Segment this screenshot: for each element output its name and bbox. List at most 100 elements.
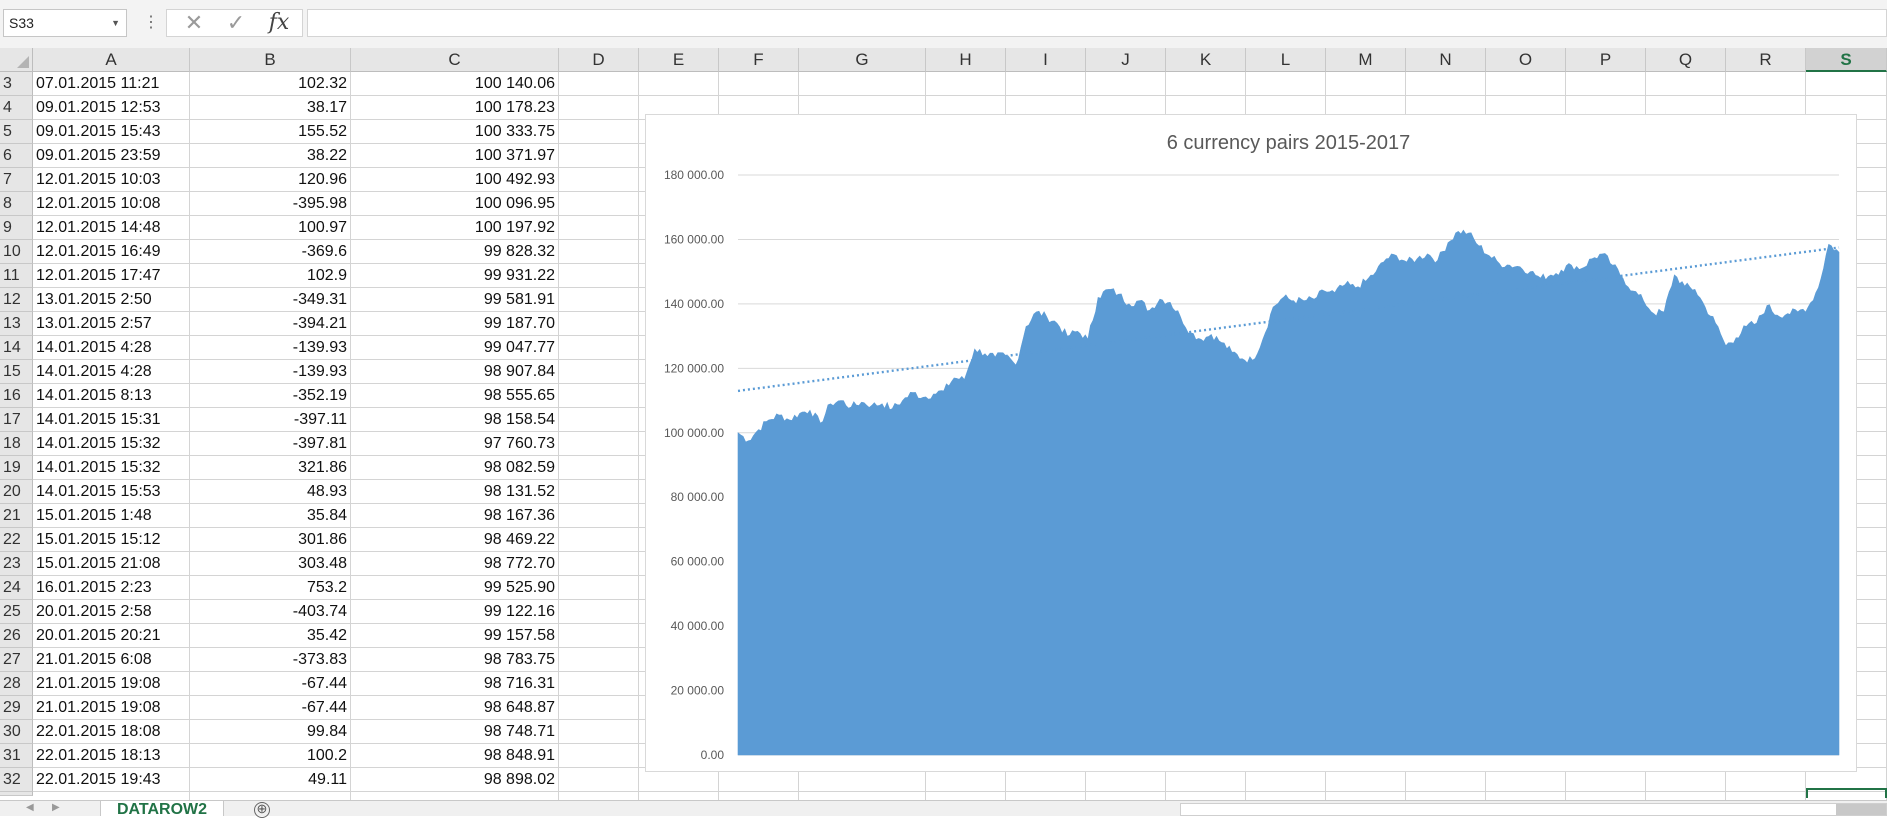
row-header[interactable]: 31 <box>0 744 33 768</box>
cell-a[interactable]: 22.01.2015 18:13 <box>34 744 190 768</box>
column-header-n[interactable]: N <box>1406 48 1486 72</box>
cell-b[interactable]: 38.17 <box>191 96 350 120</box>
cell-b[interactable]: -373.83 <box>191 648 350 672</box>
cell-c[interactable]: 99 931.22 <box>351 264 558 288</box>
row-header[interactable]: 15 <box>0 360 33 384</box>
row-header-partial[interactable] <box>0 792 33 796</box>
cell-c[interactable]: 98 167.36 <box>351 504 558 528</box>
cell-c[interactable]: 99 187.70 <box>351 312 558 336</box>
row-header[interactable]: 22 <box>0 528 33 552</box>
cell-a[interactable]: 21.01.2015 6:08 <box>34 648 190 672</box>
column-header-f[interactable]: F <box>719 48 799 72</box>
cell-a[interactable]: 14.01.2015 8:13 <box>34 384 190 408</box>
column-header-a[interactable]: A <box>33 48 190 72</box>
column-header-e[interactable]: E <box>639 48 719 72</box>
cell-b[interactable]: 753.2 <box>191 576 350 600</box>
cell-b[interactable]: -352.19 <box>191 384 350 408</box>
row-header[interactable]: 18 <box>0 432 33 456</box>
row-header[interactable]: 32 <box>0 768 33 792</box>
sheet-tab-datarow2[interactable]: DATAROW2 <box>100 801 224 816</box>
cell-c[interactable]: 100 371.97 <box>351 144 558 168</box>
scroll-tabs-left-icon[interactable]: ◀ <box>26 802 34 813</box>
cell-c[interactable]: 98 555.65 <box>351 384 558 408</box>
row-header[interactable]: 13 <box>0 312 33 336</box>
enter-icon[interactable]: ✓ <box>219 10 253 36</box>
cell-a[interactable]: 21.01.2015 19:08 <box>34 672 190 696</box>
cell-b[interactable]: -394.21 <box>191 312 350 336</box>
row-header[interactable]: 24 <box>0 576 33 600</box>
cell-a[interactable]: 20.01.2015 2:58 <box>34 600 190 624</box>
cell-b[interactable]: 35.84 <box>191 504 350 528</box>
cell-c[interactable]: 98 648.87 <box>351 696 558 720</box>
cell-c[interactable]: 98 848.91 <box>351 744 558 768</box>
cell-c[interactable]: 99 828.32 <box>351 240 558 264</box>
column-header-b[interactable]: B <box>190 48 351 72</box>
cell-a[interactable]: 22.01.2015 18:08 <box>34 720 190 744</box>
cell-c[interactable]: 99 157.58 <box>351 624 558 648</box>
cell-a[interactable]: 12.01.2015 10:03 <box>34 168 190 192</box>
more-options-icon[interactable]: ⋮ <box>143 13 159 33</box>
cell-b[interactable]: -403.74 <box>191 600 350 624</box>
row-header[interactable]: 19 <box>0 456 33 480</box>
cell-b[interactable]: 49.11 <box>191 768 350 792</box>
cell-b[interactable]: 48.93 <box>191 480 350 504</box>
formula-input[interactable] <box>307 9 1887 37</box>
cancel-icon[interactable]: ✕ <box>177 10 211 36</box>
cell-c[interactable]: 99 525.90 <box>351 576 558 600</box>
cell-c[interactable]: 98 158.54 <box>351 408 558 432</box>
cell-a[interactable]: 12.01.2015 14:48 <box>34 216 190 240</box>
row-header[interactable]: 20 <box>0 480 33 504</box>
name-box[interactable]: S33 ▼ <box>3 9 127 37</box>
row-header[interactable]: 29 <box>0 696 33 720</box>
cell-c[interactable]: 100 197.92 <box>351 216 558 240</box>
cell-b[interactable]: 102.32 <box>191 72 350 96</box>
horizontal-scrollbar[interactable] <box>1180 803 1887 816</box>
cell-a[interactable]: 16.01.2015 2:23 <box>34 576 190 600</box>
column-header-m[interactable]: M <box>1326 48 1406 72</box>
cell-c[interactable]: 98 469.22 <box>351 528 558 552</box>
cell-c[interactable]: 99 122.16 <box>351 600 558 624</box>
row-header[interactable]: 26 <box>0 624 33 648</box>
cell-a[interactable]: 09.01.2015 23:59 <box>34 144 190 168</box>
row-header[interactable]: 25 <box>0 600 33 624</box>
cell-c[interactable]: 98 716.31 <box>351 672 558 696</box>
row-header[interactable]: 30 <box>0 720 33 744</box>
cell-b[interactable]: 303.48 <box>191 552 350 576</box>
column-header-r[interactable]: R <box>1726 48 1806 72</box>
row-header[interactable]: 21 <box>0 504 33 528</box>
cell-a[interactable]: 21.01.2015 19:08 <box>34 696 190 720</box>
select-all-button[interactable] <box>0 48 33 72</box>
cell-a[interactable]: 12.01.2015 16:49 <box>34 240 190 264</box>
cell-a[interactable]: 12.01.2015 10:08 <box>34 192 190 216</box>
cell-b[interactable]: 100.97 <box>191 216 350 240</box>
cell-a[interactable]: 14.01.2015 15:32 <box>34 432 190 456</box>
cell-a[interactable]: 14.01.2015 15:53 <box>34 480 190 504</box>
cell-c[interactable]: 98 898.02 <box>351 768 558 792</box>
row-header[interactable]: 4 <box>0 96 33 120</box>
cell-a[interactable]: 14.01.2015 4:28 <box>34 336 190 360</box>
column-header-k[interactable]: K <box>1166 48 1246 72</box>
cell-c[interactable]: 98 131.52 <box>351 480 558 504</box>
row-header[interactable]: 23 <box>0 552 33 576</box>
column-header-g[interactable]: G <box>799 48 926 72</box>
cell-a[interactable]: 15.01.2015 21:08 <box>34 552 190 576</box>
add-sheet-icon[interactable]: ⊕ <box>254 802 270 818</box>
cell-c[interactable]: 98 082.59 <box>351 456 558 480</box>
scroll-tabs-right-icon[interactable]: ▶ <box>52 802 60 813</box>
row-header[interactable]: 28 <box>0 672 33 696</box>
cell-b[interactable]: 301.86 <box>191 528 350 552</box>
row-header[interactable]: 8 <box>0 192 33 216</box>
cell-a[interactable]: 13.01.2015 2:50 <box>34 288 190 312</box>
cell-c[interactable]: 100 492.93 <box>351 168 558 192</box>
cell-b[interactable]: 35.42 <box>191 624 350 648</box>
cell-a[interactable]: 09.01.2015 15:43 <box>34 120 190 144</box>
cell-b[interactable]: 99.84 <box>191 720 350 744</box>
cell-c[interactable]: 100 140.06 <box>351 72 558 96</box>
row-header[interactable]: 17 <box>0 408 33 432</box>
cell-b[interactable]: -67.44 <box>191 696 350 720</box>
cell-a[interactable]: 15.01.2015 15:12 <box>34 528 190 552</box>
cell-a[interactable]: 14.01.2015 4:28 <box>34 360 190 384</box>
scrollbar-thumb[interactable] <box>1836 804 1886 815</box>
chart[interactable]: 6 currency pairs 2015-2017 0.00 20 000.00 4… <box>645 114 1857 772</box>
column-header-c[interactable]: C <box>351 48 559 72</box>
